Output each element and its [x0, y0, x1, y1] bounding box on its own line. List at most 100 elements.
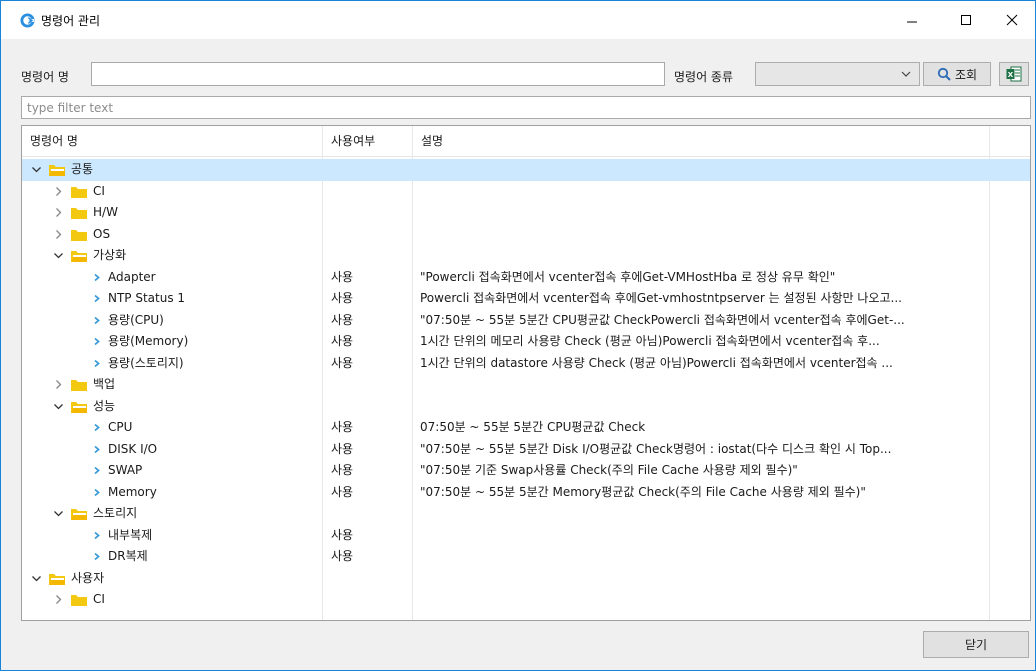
use-cell: 사용 [331, 527, 354, 542]
command-label: DISK I/O [108, 441, 158, 456]
excel-export-button[interactable]: X [999, 62, 1029, 86]
tree-leaf-row[interactable]: 용량(CPU) 사용 "07:50분 ~ 55분 5분간 CPU평균값 CheckP… [22, 310, 1030, 332]
title-bar: 명령어 관리 [1, 1, 1035, 39]
command-label: DR복제 [108, 549, 148, 563]
tree-folder-row[interactable]: 공통 [22, 159, 1030, 181]
name-cell: 스토리지 [22, 503, 323, 525]
tree-folder-row[interactable]: 스토리지 [22, 503, 1030, 525]
folder-icon [71, 229, 87, 241]
tree-folder-row[interactable]: 가상화 [22, 245, 1030, 267]
folder-label: 성능 [93, 398, 116, 413]
tree-folder-row[interactable]: 사용자 [22, 568, 1030, 590]
collapsed-chevron-icon[interactable] [53, 229, 64, 240]
tree-folder-row[interactable]: OS [22, 224, 1030, 246]
folder-icon [71, 595, 87, 606]
folder-label: 스토리지 [93, 506, 138, 520]
command-name-input[interactable] [91, 62, 665, 86]
app-refresh-icon [20, 13, 35, 28]
name-cell: CI [22, 181, 323, 203]
name-cell: SWAP [22, 460, 323, 482]
filter-placeholder: type filter text [27, 101, 114, 115]
search-bar: 명령어 명 명령어 종류 조회 X [1, 59, 1035, 89]
name-cell: CI [22, 589, 323, 611]
minimize-button[interactable] [889, 1, 935, 39]
expanded-chevron-icon[interactable] [31, 164, 42, 175]
use-cell: 사용 [331, 549, 354, 563]
column-header-use[interactable]: 사용여부 [323, 126, 413, 157]
command-label: SWAP [108, 463, 143, 477]
item-arrow-icon [94, 466, 100, 475]
tree-leaf-row[interactable]: DISK I/O 사용 "07:50분 ~ 55분 5분간 Disk I/O평균값 … [22, 439, 1030, 461]
use-cell: 사용 [331, 269, 354, 284]
tree-leaf-row[interactable]: 용량(스토리지) 사용 1시간 단위의 datastore 사용량 Check (평… [22, 353, 1030, 375]
collapsed-chevron-icon[interactable] [53, 207, 64, 218]
name-cell: 가상화 [22, 245, 323, 267]
description-cell [420, 202, 990, 224]
close-icon [1006, 14, 1018, 26]
description-cell: 07:50분 ~ 55분 5분간 CPU평균값 Check [420, 420, 646, 434]
description-cell: "07:50분 ~ 55분 5분간 CPU평균값 CheckPowercli 접… [420, 312, 905, 327]
use-cell: 사용 [331, 484, 354, 499]
tree-leaf-row[interactable]: 용량(Memory) 사용 1시간 단위의 메모리 사용량 Check (평균 아님… [22, 331, 1030, 353]
expanded-chevron-icon[interactable] [53, 401, 64, 412]
tree-leaf-row[interactable]: DR복제 사용 [22, 546, 1030, 568]
folder-label: OS [93, 226, 111, 241]
maximize-button[interactable] [943, 1, 989, 39]
use-cell: 사용 [331, 334, 354, 348]
tree-leaf-row[interactable]: NTP Status 1 사용 Powercli 접속화면에서 vcenter접속 … [22, 288, 1030, 310]
close-button[interactable]: 닫기 [923, 631, 1029, 658]
folder-icon [71, 208, 87, 219]
close-window-button[interactable] [989, 1, 1035, 39]
item-arrow-icon [94, 488, 100, 496]
command-type-select[interactable] [755, 62, 920, 86]
use-cell: 사용 [331, 463, 354, 477]
folder-label: H/W [93, 205, 118, 219]
name-cell: Adapter [22, 267, 323, 289]
tree-leaf-row[interactable]: SWAP 사용 "07:50분 기준 Swap사용률 Check(주의 File C… [22, 460, 1030, 482]
name-cell: 공통 [22, 159, 323, 181]
tree-folder-row[interactable]: CI [22, 589, 1030, 611]
collapsed-chevron-icon[interactable] [53, 186, 64, 197]
name-cell: 용량(Memory) [22, 331, 323, 353]
expanded-chevron-icon[interactable] [53, 250, 64, 261]
folder-icon [71, 380, 87, 391]
tree-leaf-row[interactable]: 내부복제 사용 [22, 525, 1030, 547]
command-label: 용량(Memory) [108, 334, 189, 348]
folder-open-icon [49, 573, 65, 585]
description-cell: 1시간 단위의 메모리 사용량 Check (평균 아님)Powercli 접속… [420, 334, 880, 348]
folder-open-icon [71, 251, 87, 262]
chevron-down-icon [901, 71, 911, 77]
tree-folder-row[interactable]: CI [22, 181, 1030, 203]
name-cell: 내부복제 [22, 525, 323, 547]
description-cell [420, 525, 990, 547]
tree-folder-row[interactable]: H/W [22, 202, 1030, 224]
description-cell [420, 374, 990, 396]
expanded-chevron-icon[interactable] [31, 573, 42, 584]
description-cell [420, 224, 990, 246]
column-header-description[interactable]: 설명 [413, 126, 990, 157]
name-cell: 용량(스토리지) [22, 353, 323, 375]
search-button[interactable]: 조회 [923, 62, 991, 86]
collapsed-chevron-icon[interactable] [53, 594, 64, 605]
filter-input[interactable]: type filter text [21, 96, 1031, 119]
tree-folder-row[interactable]: 성능 [22, 396, 1030, 418]
column-header-name[interactable]: 명령어 명 [22, 126, 323, 157]
command-label: 내부복제 [108, 527, 153, 542]
excel-icon: X [1006, 66, 1022, 82]
description-cell [420, 503, 990, 525]
tree-folder-row[interactable]: 백업 [22, 374, 1030, 396]
collapsed-chevron-icon[interactable] [53, 379, 64, 390]
tree-leaf-row[interactable]: CPU 사용 07:50분 ~ 55분 5분간 CPU평균값 Check [22, 417, 1030, 439]
tree-leaf-row[interactable]: Adapter 사용 "Powercli 접속화면에서 vcenter접속 후에Ge… [22, 267, 1030, 289]
window-title: 명령어 관리 [41, 14, 101, 28]
tree-leaf-row[interactable]: Memory 사용 "07:50분 ~ 55분 5분간 Memory평균값 Chec… [22, 482, 1030, 504]
item-arrow-icon [94, 531, 100, 539]
name-cell: 용량(CPU) [22, 310, 323, 332]
description-cell: "07:50분 ~ 55분 5분간 Disk I/O평균값 Check명령어 :… [420, 441, 892, 456]
item-arrow-icon [94, 359, 100, 367]
command-label: Memory [108, 484, 157, 499]
folder-label: CI [93, 183, 105, 198]
expanded-chevron-icon[interactable] [53, 508, 64, 519]
table-body: 공통 CI H/W OS 가상화 Adapter 사용 "Powercli 접속화면에서 vc… [22, 159, 1030, 611]
item-arrow-icon [94, 423, 100, 432]
